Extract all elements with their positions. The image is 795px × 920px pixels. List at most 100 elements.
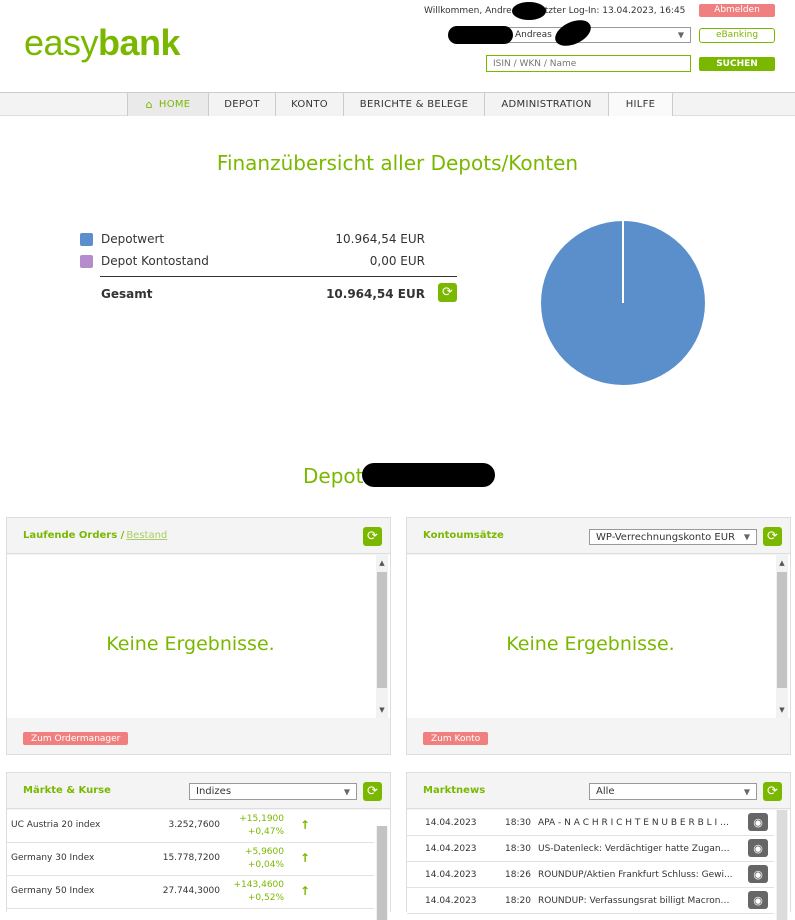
legend-swatch xyxy=(80,254,93,268)
market-name: Germany 50 Index xyxy=(11,886,95,896)
account-panel-body: Keine Ergebnisse. ▲ ▼ xyxy=(407,555,790,718)
chevron-down-icon: ▼ xyxy=(677,30,684,40)
news-headline[interactable]: ROUNDUP/Aktien Frankfurt Schluss: Gewi..… xyxy=(538,870,734,880)
markets-select-value: Indizes xyxy=(196,786,232,797)
market-change: +5,9600 +0,04% xyxy=(244,847,284,870)
welcome-name: Willkommen, Andreas xyxy=(424,6,522,16)
news-row[interactable]: 14.04.2023 18:20 ROUNDUP: Verfassungsrat… xyxy=(407,888,774,914)
refresh-icon[interactable]: ⟳ xyxy=(363,527,382,546)
search-input[interactable] xyxy=(486,55,691,72)
nav-depot[interactable]: DEPOT xyxy=(208,93,275,116)
nav-hilfe[interactable]: HILFE xyxy=(608,93,673,116)
account-title: Kontoumsätze xyxy=(423,530,504,541)
eye-icon[interactable]: ◉ xyxy=(748,865,768,883)
empty-message: Keine Ergebnisse. xyxy=(106,633,275,655)
summary-value: 0,00 EUR xyxy=(369,254,425,268)
market-name: UC Austria 20 index xyxy=(11,820,101,830)
orders-panel-header: Laufende Orders / Bestand xyxy=(7,518,390,554)
welcome-text: Willkommen, Andreasr | Letzter Log-In: 1… xyxy=(424,6,685,16)
news-row[interactable]: 14.04.2023 18:30 APA - N A C H R I C H T… xyxy=(407,810,774,836)
market-row[interactable]: Germany 50 Index 27.744,3000 +143,4600 +0… xyxy=(7,876,374,909)
chevron-down-icon: ▼ xyxy=(743,532,750,542)
nav-home[interactable]: ⌂ HOME xyxy=(127,93,208,116)
news-time: 18:30 xyxy=(505,818,531,828)
market-change: +15,1900 +0,47% xyxy=(239,814,284,837)
summary-divider xyxy=(100,276,457,277)
refresh-icon[interactable]: ⟳ xyxy=(438,283,457,302)
account-select[interactable]: Andreas ▼ xyxy=(508,27,691,43)
redaction-mark xyxy=(551,15,595,51)
summary-total-value: 10.964,54 EUR xyxy=(326,287,425,301)
news-time: 18:30 xyxy=(505,844,531,854)
news-headline[interactable]: US-Datenleck: Verdächtiger hatte Zugang … xyxy=(538,844,734,854)
market-price: 3.252,7600 xyxy=(168,820,220,830)
news-row[interactable]: 14.04.2023 18:30 US-Datenleck: Verdächti… xyxy=(407,836,774,862)
empty-message: Keine Ergebnisse. xyxy=(506,633,675,655)
summary-row-kontostand: Depot Kontostand 0,00 EUR xyxy=(80,251,457,271)
news-row[interactable]: 14.04.2023 18:26 ROUNDUP/Aktien Frankfur… xyxy=(407,862,774,888)
nav-konto[interactable]: KONTO xyxy=(275,93,343,116)
market-change: +143,4600 +0,52% xyxy=(233,880,284,903)
legend-swatch xyxy=(80,232,93,246)
redaction-mark xyxy=(512,2,546,20)
summary-value: 10.964,54 EUR xyxy=(335,232,425,246)
overview-title: Finanzübersicht aller Depots/Konten xyxy=(216,151,579,175)
nav-berichte-belege[interactable]: BERICHTE & BELEGE xyxy=(343,93,484,116)
markets-title: Märkte & Kurse xyxy=(23,785,111,796)
account-type-select[interactable]: WP-Verrechnungskonto EUR ▼ xyxy=(589,529,757,545)
home-icon: ⌂ xyxy=(145,98,153,111)
overview-pie-chart xyxy=(541,221,705,385)
nav-home-label: HOME xyxy=(158,99,191,110)
summary-row-depotwert: Depotwert 10.964,54 EUR xyxy=(80,229,457,249)
eye-icon[interactable]: ◉ xyxy=(748,891,768,909)
news-panel-body: 14.04.2023 18:30 APA - N A C H R I C H T… xyxy=(407,810,790,920)
ordermanager-button[interactable]: Zum Ordermanager xyxy=(23,732,129,745)
news-select[interactable]: Alle ▼ xyxy=(589,783,757,800)
markets-select[interactable]: Indizes ▼ xyxy=(189,783,357,800)
news-date: 14.04.2023 xyxy=(425,818,477,828)
last-login: r | Letzter Log-In: 13.04.2023, 16:45 xyxy=(521,6,686,16)
depot-title: Depot xyxy=(303,464,364,488)
arrow-up-icon: ↑ xyxy=(299,818,310,832)
eye-icon[interactable]: ◉ xyxy=(748,839,768,857)
nav-administration[interactable]: ADMINISTRATION xyxy=(484,93,608,116)
konto-button[interactable]: Zum Konto xyxy=(423,732,489,745)
ebanking-button[interactable]: eBanking xyxy=(699,28,775,43)
redaction-mark xyxy=(448,26,513,44)
markets-panel: Märkte & Kurse Indizes ▼ ⟳ UC Austria 20 … xyxy=(6,772,391,920)
refresh-icon[interactable]: ⟳ xyxy=(763,527,782,546)
orders-panel: Laufende Orders / Bestand ⟳ Keine Ergebn… xyxy=(6,517,391,755)
summary-label: Depotwert xyxy=(101,232,165,246)
arrow-up-icon: ↑ xyxy=(299,851,310,865)
market-price: 15.778,7200 xyxy=(162,853,220,863)
news-select-value: Alle xyxy=(596,786,615,797)
summary-row-total: Gesamt 10.964,54 EUR xyxy=(80,284,457,304)
scrollbar[interactable]: ▲ ▼ xyxy=(776,555,788,718)
scrollbar[interactable] xyxy=(776,810,788,920)
news-date: 14.04.2023 xyxy=(425,844,477,854)
logo-text-bold: bank xyxy=(98,22,181,63)
news-headline[interactable]: APA - N A C H R I C H T E N Ü B E R B L … xyxy=(538,818,734,828)
news-panel: Marktnews Alle ▼ ⟳ 14.04.2023 18:30 APA -… xyxy=(406,772,791,920)
chevron-down-icon: ▼ xyxy=(743,787,750,796)
bestand-link[interactable]: Bestand xyxy=(126,530,167,541)
market-row[interactable]: Germany 30 Index 15.778,7200 +5,9600 +0,0… xyxy=(7,843,374,876)
orders-title: Laufende Orders / xyxy=(23,530,125,541)
easybank-logo[interactable]: easybank xyxy=(24,22,181,64)
refresh-icon[interactable]: ⟳ xyxy=(763,782,782,801)
scrollbar[interactable] xyxy=(376,826,388,920)
orders-panel-body: Keine Ergebnisse. ▲ ▼ xyxy=(7,555,390,718)
market-name: Germany 30 Index xyxy=(11,853,95,863)
news-title: Marktnews xyxy=(423,785,486,796)
account-type-value: WP-Verrechnungskonto EUR xyxy=(596,531,736,543)
logo-text-light: easy xyxy=(24,22,99,63)
arrow-up-icon: ↑ xyxy=(299,884,310,898)
search-button[interactable]: SUCHEN xyxy=(699,57,775,71)
scrollbar[interactable]: ▲ ▼ xyxy=(376,555,388,718)
logout-button[interactable]: Abmelden xyxy=(699,4,775,17)
refresh-icon[interactable]: ⟳ xyxy=(363,782,382,801)
eye-icon[interactable]: ◉ xyxy=(748,813,768,831)
market-row[interactable]: UC Austria 20 index 3.252,7600 +15,1900 +… xyxy=(7,810,374,843)
redaction-mark xyxy=(362,463,495,487)
market-price: 27.744,3000 xyxy=(162,886,220,896)
